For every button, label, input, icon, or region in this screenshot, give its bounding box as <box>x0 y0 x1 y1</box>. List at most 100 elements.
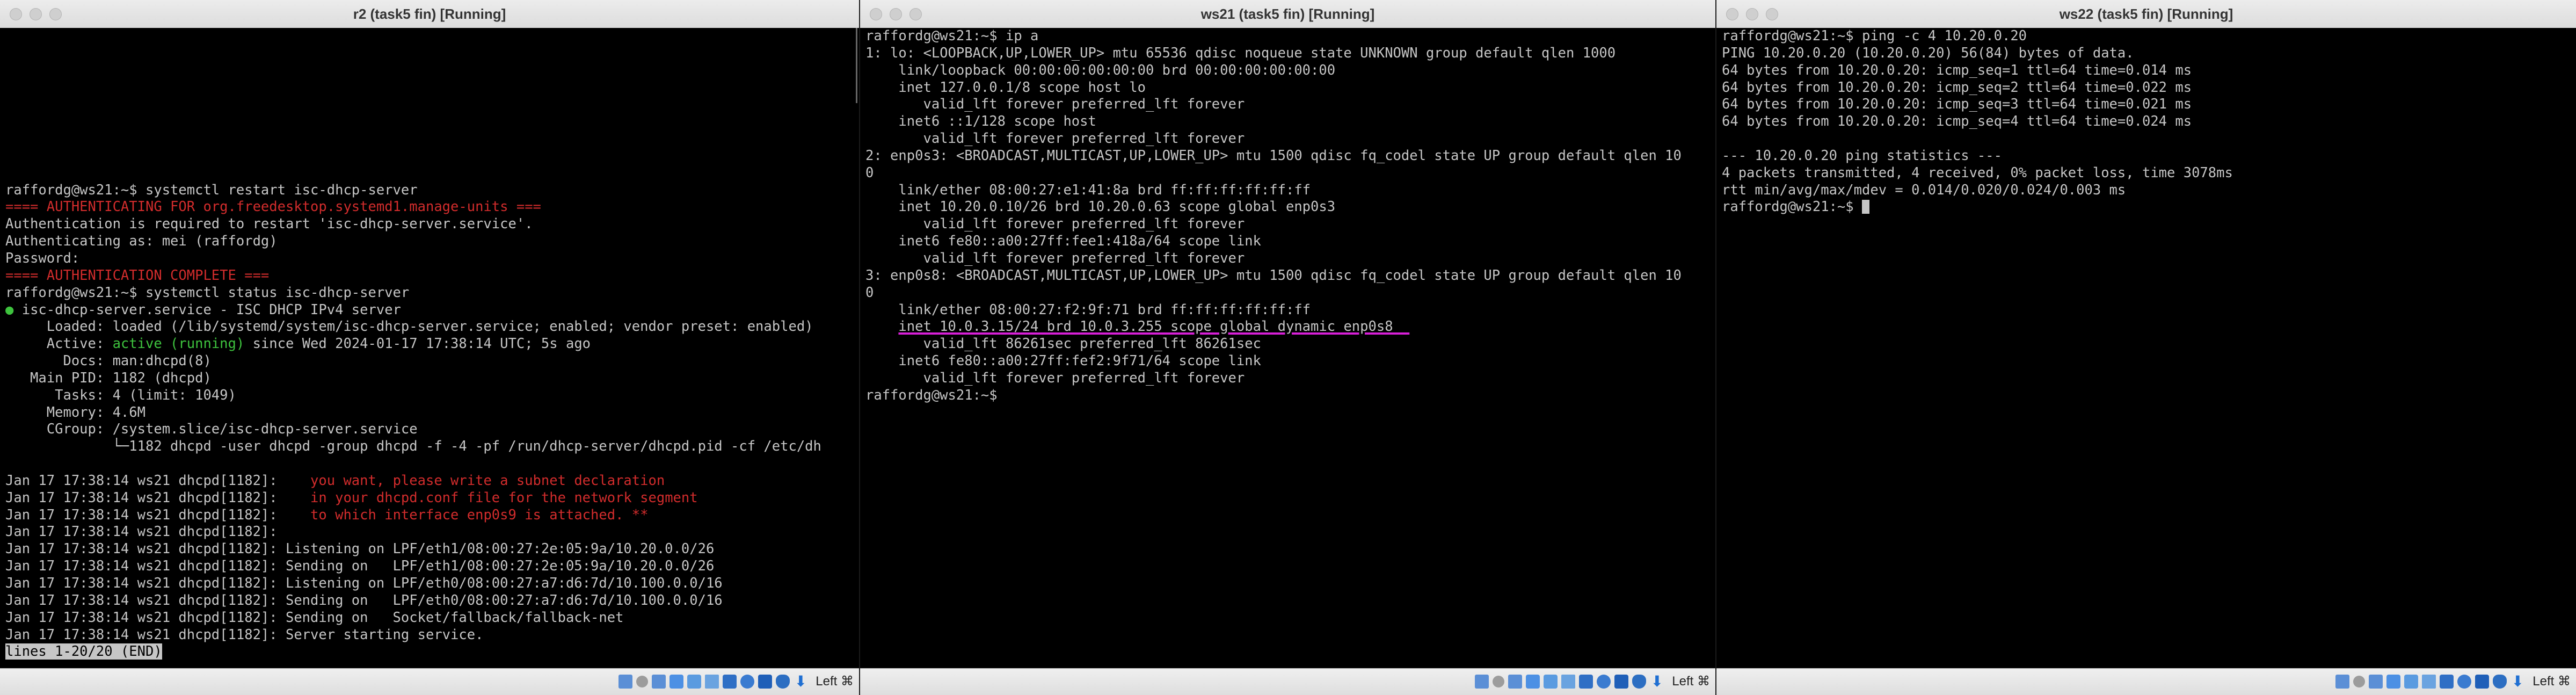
terminal-text: Jan 17 17:38:14 ws21 dhcpd[1182]: Sendin… <box>5 609 624 626</box>
audio-icon[interactable] <box>652 674 666 689</box>
vm-window-ws22[interactable]: ws22 (task5 fin) [Running] raffordg@ws21… <box>1716 0 2576 695</box>
terminal-text: valid_lft forever preferred_lft forever <box>865 370 1245 386</box>
usb-icon[interactable] <box>1544 674 1558 689</box>
terminal-line: link/loopback 00:00:00:00:00:00 brd 00:0… <box>865 62 1715 79</box>
terminal-text: Main PID: 1182 (dhcpd) <box>5 370 212 386</box>
terminal-text: inet 10.20.0.10/26 brd 10.20.0.63 scope … <box>865 199 1336 215</box>
optical-disc-icon[interactable] <box>1493 675 1505 687</box>
terminal-line: raffordg@ws21:~$ systemctl restart isc-d… <box>5 182 859 199</box>
terminal-text: to which interface enp0s9 is attached. *… <box>310 506 649 523</box>
vm-status-bar: ⬇ Left ⌘ <box>0 668 859 695</box>
terminal-line: Password: <box>5 250 859 267</box>
terminal-text: link/ether 08:00:27:e1:41:8a brd ff:ff:f… <box>865 182 1311 198</box>
audio-icon[interactable] <box>1508 674 1523 689</box>
shared-folder-icon[interactable] <box>705 674 719 689</box>
terminal-line: Jan 17 17:38:14 ws21 dhcpd[1182]: you wa… <box>5 473 859 490</box>
terminal-text: raffordg@ws21:~$ ping -c 4 10.20.0.20 <box>1722 28 2027 44</box>
terminal-line: Jan 17 17:38:14 ws21 dhcpd[1182]: to whi… <box>5 507 859 524</box>
mouse-integration-icon[interactable] <box>776 674 790 689</box>
terminal-output: raffordg@ws21:~$ ip a 1: lo: <LOOPBACK,UP… <box>865 28 1715 404</box>
terminal-line: Jan 17 17:38:14 ws21 dhcpd[1182]: Listen… <box>5 541 859 558</box>
host-key-label: Left ⌘ <box>2533 674 2571 689</box>
window-titlebar[interactable]: ws21 (task5 fin) [Running] <box>860 0 1715 28</box>
scrollbar[interactable] <box>856 28 857 103</box>
terminal-line: ==== AUTHENTICATING FOR org.freedesktop.… <box>5 199 859 216</box>
hard-disk-icon[interactable] <box>2335 674 2350 689</box>
terminal-text: rtt min/avg/max/mdev = 0.014/0.020/0.024… <box>1722 182 2126 198</box>
audio-icon[interactable] <box>2369 674 2383 689</box>
terminal-text: inet6 fe80::a00:27ff:fef2:9f71/64 scope … <box>865 353 1261 370</box>
optical-disc-icon[interactable] <box>2353 675 2366 687</box>
terminal-text: Jan 17 17:38:14 ws21 dhcpd[1182]: <box>5 472 311 489</box>
terminal-text: lines 1-20/20 (END) <box>5 643 162 660</box>
network-icon[interactable] <box>1526 674 1540 689</box>
terminal-line: CGroup: /system.slice/isc-dhcp-server.se… <box>5 421 859 438</box>
terminal-line: 64 bytes from 10.20.0.20: icmp_seq=1 ttl… <box>1722 62 2576 79</box>
network-icon[interactable] <box>2386 674 2401 689</box>
terminal-text: inet6 ::1/128 scope host <box>865 113 1096 130</box>
terminal-text: 0 <box>865 164 874 181</box>
mouse-integration-icon[interactable] <box>2493 674 2507 689</box>
terminal-line: Memory: 4.6M <box>5 404 859 422</box>
terminal-screen[interactable]: raffordg@ws21:~$ ip a 1: lo: <LOOPBACK,UP… <box>860 28 1715 669</box>
terminal-line: ● isc-dhcp-server.service - ISC DHCP IPv… <box>5 302 859 319</box>
terminal-text: isc-dhcp-server.service - ISC DHCP IPv4 … <box>13 301 401 318</box>
keyboard-capture-arrow-icon[interactable]: ⬇ <box>794 674 807 689</box>
terminal-text: valid_lft forever preferred_lft forever <box>865 216 1245 233</box>
display-icon[interactable] <box>2440 674 2454 689</box>
keyboard-capture-arrow-icon[interactable]: ⬇ <box>2510 674 2524 689</box>
cpu-icon[interactable] <box>758 674 773 689</box>
vm-window-r2[interactable]: r2 (task5 fin) [Running] raffordg@ws21:~… <box>0 0 859 695</box>
terminal-screen[interactable]: raffordg@ws21:~$ ping -c 4 10.20.0.20 PIN… <box>1716 28 2576 669</box>
video-capture-icon[interactable] <box>2457 674 2472 689</box>
terminal-line: └─1182 dhcpd -user dhcpd -group dhcpd -f… <box>5 438 859 455</box>
video-capture-icon[interactable] <box>740 674 755 689</box>
network-icon[interactable] <box>670 674 684 689</box>
usb-icon[interactable] <box>2404 674 2419 689</box>
terminal-line: link/ether 08:00:27:f2:9f:71 brd ff:ff:f… <box>865 302 1715 319</box>
terminal-text: 3: enp0s8: <BROADCAST,MULTICAST,UP,LOWER… <box>865 267 1682 284</box>
terminal-line: rtt min/avg/max/mdev = 0.014/0.020/0.024… <box>1722 182 2576 199</box>
cpu-icon[interactable] <box>2475 674 2490 689</box>
terminal-text: link/loopback 00:00:00:00:00:00 brd 00:0… <box>865 62 1336 78</box>
terminal-line: Jan 17 17:38:14 ws21 dhcpd[1182]: Server… <box>5 627 859 644</box>
usb-icon[interactable] <box>687 674 702 689</box>
hard-disk-icon[interactable] <box>618 674 633 689</box>
terminal-line: 0 <box>865 165 1715 182</box>
cpu-icon[interactable] <box>1614 674 1629 689</box>
terminal-line: Tasks: 4 (limit: 1049) <box>5 387 859 404</box>
keyboard-capture-arrow-icon[interactable]: ⬇ <box>1650 674 1664 689</box>
shared-folder-icon[interactable] <box>1561 674 1576 689</box>
terminal-text: Jan 17 17:38:14 ws21 dhcpd[1182]: <box>5 524 278 540</box>
hard-disk-icon[interactable] <box>1475 674 1489 689</box>
shared-folder-icon[interactable] <box>2422 674 2436 689</box>
video-capture-icon[interactable] <box>1597 674 1611 689</box>
terminal-screen[interactable]: raffordg@ws21:~$ systemctl restart isc-d… <box>0 28 859 669</box>
terminal-line: inet 10.0.3.15/24 brd 10.0.3.255 scope g… <box>865 318 1715 336</box>
window-titlebar[interactable]: ws22 (task5 fin) [Running] <box>1716 0 2576 28</box>
terminal-line: Docs: man:dhcpd(8) <box>5 353 859 370</box>
optical-disc-icon[interactable] <box>636 675 649 687</box>
display-icon[interactable] <box>1579 674 1593 689</box>
mouse-integration-icon[interactable] <box>1632 674 1647 689</box>
terminal-output: raffordg@ws21:~$ systemctl restart isc-d… <box>5 28 859 661</box>
terminal-text: Jan 17 17:38:14 ws21 dhcpd[1182]: Sendin… <box>5 558 715 575</box>
terminal-text: inet6 fe80::a00:27ff:fee1:418a/64 scope … <box>865 233 1261 250</box>
terminal-line: Jan 17 17:38:14 ws21 dhcpd[1182]: Sendin… <box>5 610 859 627</box>
host-key-label: Left ⌘ <box>1672 674 1710 689</box>
terminal-text: Authenticating as: mei (raffordg) <box>5 233 278 250</box>
status-icons: ⬇ Left ⌘ <box>618 674 854 689</box>
terminal-line: 64 bytes from 10.20.0.20: icmp_seq=4 ttl… <box>1722 113 2576 131</box>
display-icon[interactable] <box>723 674 737 689</box>
window-titlebar[interactable]: r2 (task5 fin) [Running] <box>0 0 859 28</box>
terminal-line: Jan 17 17:38:14 ws21 dhcpd[1182]: Listen… <box>5 575 859 592</box>
terminal-text: ==== AUTHENTICATION COMPLETE === <box>5 267 270 284</box>
terminal-text: 64 bytes from 10.20.0.20: icmp_seq=4 ttl… <box>1722 113 2192 130</box>
terminal-line: Active: active (running) since Wed 2024-… <box>5 336 859 353</box>
vm-window-ws21[interactable]: ws21 (task5 fin) [Running] raffordg@ws21… <box>860 0 1715 695</box>
